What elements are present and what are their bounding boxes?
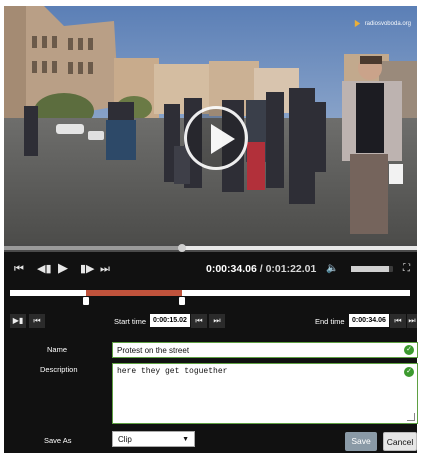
clip-range-selection xyxy=(86,290,182,296)
play-icon xyxy=(211,124,235,154)
save-as-label: Save As xyxy=(44,436,72,445)
play-clip-button[interactable]: ▶▮ xyxy=(10,314,26,328)
chevron-down-icon: ▼ xyxy=(182,436,189,443)
video-player[interactable]: radiosvoboda.org xyxy=(4,6,417,244)
watermark-text: radiosvoboda.org xyxy=(364,20,411,27)
save-as-select[interactable]: Clip ▼ xyxy=(112,431,195,447)
fullscreen-icon[interactable]: ⛶ xyxy=(403,261,410,277)
valid-check-icon: ✓ xyxy=(404,367,414,377)
name-label: Name xyxy=(47,345,68,354)
step-forward-icon[interactable]: ▮▶ xyxy=(80,261,95,277)
set-start-back-button[interactable]: ⏮ xyxy=(191,314,207,328)
skip-to-end-icon[interactable]: ⏭ xyxy=(100,261,110,277)
end-time-input[interactable]: 0:00:34.06 xyxy=(349,314,389,327)
clip-start-handle[interactable] xyxy=(83,297,89,305)
volume-icon[interactable]: 🔈 xyxy=(326,261,338,277)
time-display: 0:00:34.06 / 0:01:22.01 xyxy=(206,263,316,275)
description-value: here they get toguether xyxy=(117,367,228,376)
seek-bar[interactable] xyxy=(4,244,417,252)
radio-wave-icon xyxy=(354,19,360,28)
name-field[interactable]: Protest on the street ✓ xyxy=(112,342,418,358)
clip-range-bar[interactable] xyxy=(10,290,410,305)
step-back-icon[interactable]: ◀▮ xyxy=(37,261,52,277)
rewind-clip-button[interactable]: ⏮ xyxy=(29,314,45,328)
watermark-logo: radiosvoboda.org xyxy=(353,19,411,28)
set-start-forward-button[interactable]: ⏭ xyxy=(209,314,225,328)
name-value: Protest on the street xyxy=(117,346,190,355)
clip-editor: ▶▮ ⏮ Start time 0:00:15.02 ⏮ ⏭ End time … xyxy=(4,286,418,453)
seek-bar-handle[interactable] xyxy=(177,244,186,252)
duration: 0:01:22.01 xyxy=(265,263,317,275)
skip-to-start-icon[interactable]: ⏮ xyxy=(14,261,24,277)
player-controls: ⏮ ◀▮ ▶ ▮▶ ⏭ 0:00:34.06 / 0:01:22.01 🔈 ⛶ xyxy=(4,252,417,286)
description-label: Description xyxy=(40,365,78,374)
seek-bar-remaining xyxy=(181,246,417,250)
cancel-button[interactable]: Cancel xyxy=(383,432,417,451)
play-icon[interactable]: ▶ xyxy=(58,260,68,276)
end-time-label: End time xyxy=(315,317,345,326)
start-time-input[interactable]: 0:00:15.02 xyxy=(150,314,190,327)
set-end-back-button[interactable]: ⏮ xyxy=(390,314,406,328)
big-play-button[interactable] xyxy=(184,106,248,170)
current-time: 0:00:34.06 xyxy=(206,263,257,275)
time-separator: / xyxy=(256,263,266,275)
volume-slider[interactable] xyxy=(351,266,393,272)
save-as-selected: Clip xyxy=(118,435,132,444)
description-field[interactable]: here they get toguether ✓ xyxy=(112,363,418,424)
set-end-forward-button[interactable]: ⏭ xyxy=(407,314,417,328)
start-time-label: Start time xyxy=(114,317,147,326)
save-button[interactable]: Save xyxy=(345,432,377,451)
volume-level xyxy=(351,266,389,272)
valid-check-icon: ✓ xyxy=(404,345,414,355)
clip-end-handle[interactable] xyxy=(179,297,185,305)
seek-bar-played xyxy=(4,246,182,250)
resize-grip-icon[interactable] xyxy=(407,413,415,421)
